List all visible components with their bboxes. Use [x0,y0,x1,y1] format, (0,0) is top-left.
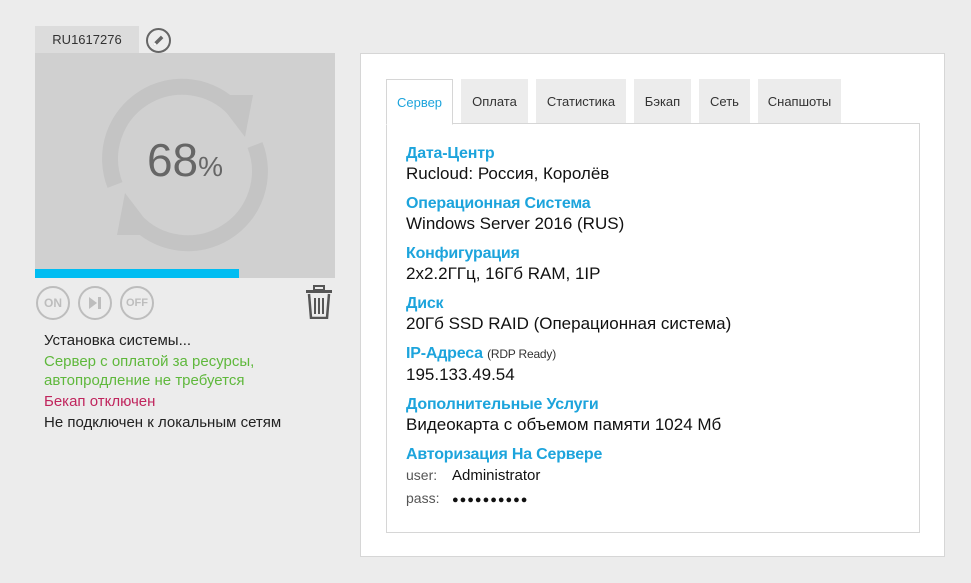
progress-bar-fill [35,269,239,278]
network-status: Не подключен к локальным сетям [44,414,282,431]
progress-bar [35,269,335,278]
tab-backup[interactable]: Бэкап [634,79,691,123]
tab-bar: Сервер Оплата Статистика Бэкап Сеть Снап… [386,79,849,125]
extra-services-value: Видеокарта с объемом памяти 1024 Мб [406,415,722,434]
progress-sign: % [198,151,224,182]
datacenter-label: Дата-Центр [406,145,495,162]
trash-icon[interactable] [305,285,333,319]
tab-billing[interactable]: Оплата [461,79,528,123]
progress-percent: 68% [35,133,335,187]
datacenter-value: Rucloud: Россия, Королёв [406,164,610,183]
config-label: Конфигурация [406,245,520,262]
auth-user-row: user: Administrator [406,464,731,487]
play-pause-icon [89,297,101,309]
pencil-icon [153,35,164,46]
backup-status: Бекап отключен [44,393,156,410]
tab-snapshots[interactable]: Снапшоты [758,79,841,123]
power-on-label: ON [44,296,62,310]
power-on-button[interactable]: ON [36,286,70,320]
install-status: Установка системы... [44,332,192,349]
config-value: 2x2.2ГГц, 16Гб RAM, 1IP [406,264,601,283]
power-off-button[interactable]: OFF [120,286,154,320]
ip-label-row: IP-Адреса (RDP Ready) [406,344,731,364]
server-details-card: Сервер Оплата Статистика Бэкап Сеть Снап… [360,53,945,557]
billing-status: Сервер с оплатой за ресурсы, автопродлен… [44,353,255,389]
rdp-ready-note: (RDP Ready) [487,347,556,361]
user-key: user: [406,467,438,483]
tab-network[interactable]: Сеть [699,79,750,123]
server-preview: 68% [35,53,335,278]
tab-statistics[interactable]: Статистика [536,79,626,123]
pass-value[interactable]: ●●●●●●●●●● [452,494,528,506]
os-label: Операционная Система [406,195,591,212]
edit-name-button[interactable] [146,28,171,53]
tab-content-server: Дата-Центр Rucloud: Россия, Королёв Опер… [386,123,920,533]
ip-label: IP-Адреса [406,345,483,362]
server-id-label: RU1617276 [35,26,139,54]
auth-label: Авторизация На Сервере [406,446,603,463]
pass-key: pass: [406,490,440,506]
disk-label: Диск [406,295,444,312]
play-pause-button[interactable] [78,286,112,320]
ip-value[interactable]: 195.133.49.54 [406,364,731,386]
tab-server[interactable]: Сервер [386,79,453,125]
auth-pass-row: pass: ●●●●●●●●●● [406,487,731,512]
os-value: Windows Server 2016 (RUS) [406,214,625,233]
user-value[interactable]: Administrator [452,467,540,484]
progress-number: 68 [146,134,199,186]
disk-value: 20Гб SSD RAID (Операционная система) [406,314,732,333]
server-status-list: Установка системы... Сервер с оплатой за… [44,331,334,432]
power-off-label: OFF [126,297,148,309]
extra-services-label: Дополнительные Услуги [406,396,599,413]
